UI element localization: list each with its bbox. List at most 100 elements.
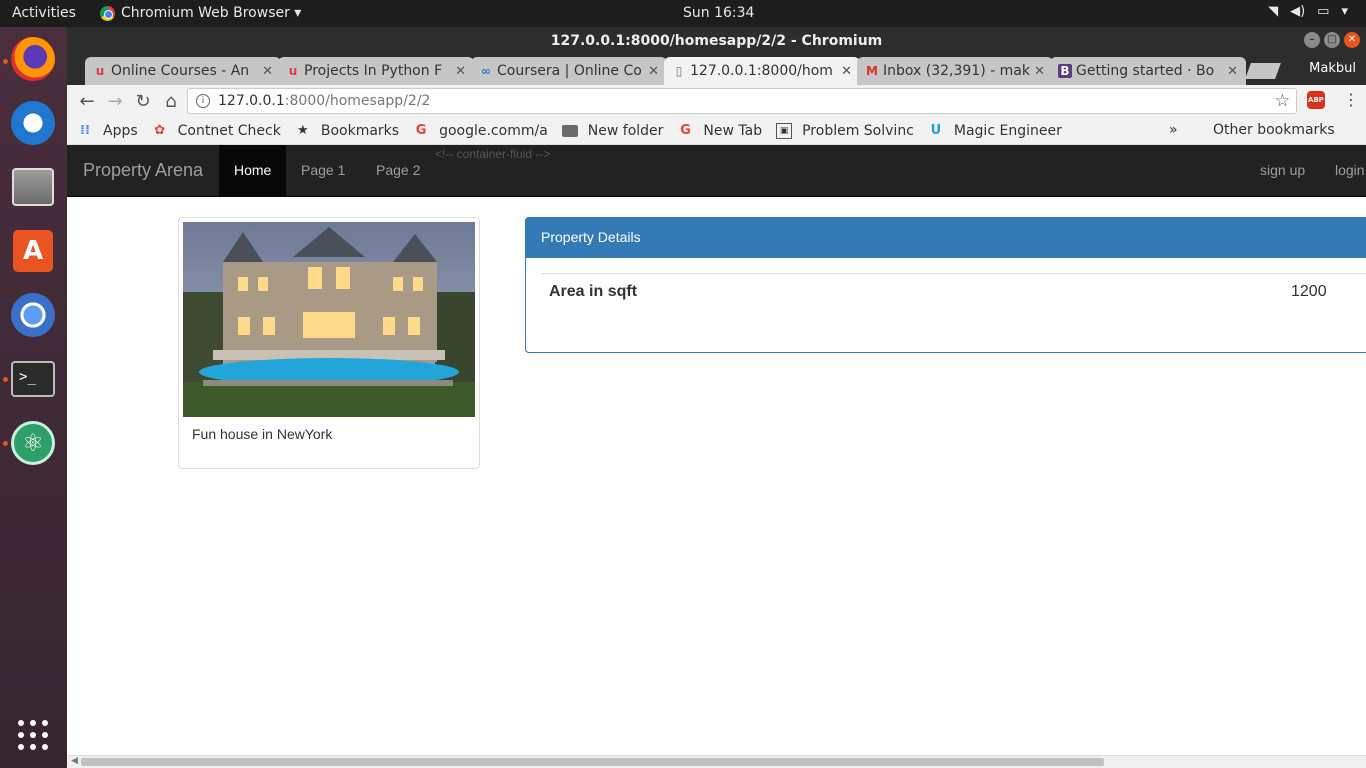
maximize-icon[interactable]: □ (1324, 32, 1340, 48)
bookmark-item[interactable]: U Magic Engineer (928, 123, 1062, 139)
info-icon[interactable]: i (196, 94, 210, 108)
site-brand[interactable]: Property Arena (83, 160, 203, 181)
detail-value: 1200 (1291, 283, 1327, 300)
nav-login[interactable]: login (1320, 145, 1366, 196)
address-bar[interactable]: i 127.0.0.1:8000/homesapp/2/2 ☆ (187, 88, 1297, 114)
software-launcher[interactable]: A (9, 227, 57, 275)
horizontal-scrollbar[interactable]: ◀ (67, 755, 1366, 768)
dock: A >_ ⚛ (0, 27, 67, 768)
back-icon[interactable]: ← (75, 91, 99, 112)
tab-label: Inbox (32,391) - mak (883, 63, 1030, 79)
bookmark-folder[interactable]: New folder (561, 123, 663, 139)
window-titlebar[interactable]: 127.0.0.1:8000/homesapp/2/2 - Chromium –… (67, 27, 1366, 55)
atom-launcher[interactable]: ⚛ (9, 419, 57, 467)
property-details-panel: Property Details Area in sqft 1200 (525, 217, 1366, 353)
other-bookmarks[interactable]: Other bookmarks (1203, 122, 1335, 138)
folder-icon (561, 124, 578, 137)
system-top-bar: Activities Chromium Web Browser ▾ Sun 16… (0, 0, 1366, 27)
reload-icon[interactable]: ↻ (131, 91, 155, 112)
bookmark-label: Bookmarks (320, 122, 400, 139)
adblock-plus-icon[interactable]: ABP (1307, 91, 1325, 109)
terminal-icon: >_ (11, 361, 55, 397)
files-launcher[interactable] (9, 163, 57, 211)
tab[interactable]: ∞ Coursera | Online Co ✕ (471, 57, 667, 85)
pinwheel-icon: ✿ (154, 123, 166, 138)
profile-button[interactable]: Makbul (1309, 61, 1356, 76)
chromium-launcher[interactable] (9, 291, 57, 339)
nav-page-2[interactable]: Page 2 (361, 145, 435, 196)
firefox-icon (11, 37, 55, 81)
chromium-icon (11, 293, 55, 337)
tab-label: Online Courses - An (111, 63, 250, 79)
nav-home[interactable]: Home (219, 145, 287, 196)
tab[interactable]: B Getting started · Bo ✕ (1050, 57, 1246, 85)
battery-icon: ▭ (1317, 4, 1330, 19)
bookmark-item[interactable]: G New Tab (677, 123, 762, 139)
divider (541, 273, 1366, 274)
close-icon[interactable]: ✕ (455, 64, 466, 79)
bookmark-apps[interactable]: ⁞⁞ Apps (77, 123, 138, 139)
close-icon[interactable]: ✕ (1344, 32, 1360, 48)
bookmark-label: Apps (103, 122, 138, 139)
tab[interactable]: u Online Courses - An ✕ (85, 57, 281, 85)
browser-window: 127.0.0.1:8000/homesapp/2/2 - Chromium –… (67, 27, 1366, 768)
u-logo-icon: U (930, 123, 942, 138)
coursera-icon: ∞ (481, 64, 491, 78)
tab-label: Getting started · Bo (1076, 63, 1215, 79)
udemy-icon: u (95, 64, 105, 78)
tab-strip: u Online Courses - An ✕ u Projects In Py… (67, 55, 1366, 85)
url-path: :8000/homesapp/2/2 (284, 93, 431, 109)
bookmark-label: New Tab (703, 122, 763, 139)
close-icon[interactable]: ✕ (262, 64, 273, 79)
problem-icon: ▣ (776, 122, 793, 139)
files-icon (12, 168, 54, 206)
firefox-launcher[interactable] (9, 35, 57, 83)
menu-icon[interactable]: ⋮ (1343, 90, 1359, 109)
site-navbar: Property Arena Home Page 1 Page 2 <!-- c… (67, 145, 1366, 197)
nav-page-1[interactable]: Page 1 (286, 145, 360, 196)
tab-label: Coursera | Online Co (497, 63, 642, 79)
tab-active[interactable]: ▯ 127.0.0.1:8000/hom ✕ (664, 57, 860, 85)
scrollbar-thumb[interactable] (81, 758, 1104, 766)
nav-sign-up[interactable]: sign up (1245, 145, 1320, 196)
bookmark-label: Other bookmarks (1213, 122, 1335, 138)
app-menu-label: Chromium Web Browser ▾ (121, 5, 302, 21)
system-tray[interactable]: ◥ ◀) ▭ ▾ (1268, 4, 1348, 19)
apps-grid-icon (18, 720, 48, 750)
bookmark-star-icon[interactable]: ☆ (1275, 91, 1290, 111)
close-icon[interactable]: ✕ (1034, 64, 1045, 79)
chromium-icon (100, 5, 115, 21)
tab[interactable]: u Projects In Python F ✕ (278, 57, 474, 85)
software-store-icon: A (13, 230, 53, 272)
google-icon: G (415, 123, 427, 138)
bookmark-item[interactable]: ★ Bookmarks (295, 123, 399, 139)
house-image (183, 222, 475, 417)
tab[interactable]: M Inbox (32,391) - mak ✕ (857, 57, 1053, 85)
forward-icon[interactable]: → (103, 91, 127, 112)
bookmark-item[interactable]: ✿ Contnet Check (152, 123, 281, 139)
bookmark-item[interactable]: G google.comm/a (413, 123, 548, 139)
bookmark-label: Magic Engineer (953, 122, 1062, 139)
chevron-down-icon: ▾ (1341, 4, 1348, 19)
minimize-icon[interactable]: – (1304, 32, 1320, 48)
activities-button[interactable]: Activities (12, 5, 76, 21)
home-icon[interactable]: ⌂ (159, 91, 183, 112)
atom-icon: ⚛ (11, 421, 55, 465)
terminal-launcher[interactable]: >_ (9, 355, 57, 403)
running-indicator (3, 441, 8, 446)
bookmark-item[interactable]: ▣ Problem Solvinc (776, 122, 914, 139)
close-icon[interactable]: ✕ (648, 64, 659, 79)
page-viewport: Property Arena Home Page 1 Page 2 <!-- c… (67, 145, 1366, 755)
close-icon[interactable]: ✕ (841, 64, 852, 79)
app-menu[interactable]: Chromium Web Browser ▾ (100, 5, 301, 21)
clock[interactable]: Sun 16:34 (683, 5, 754, 21)
show-applications-button[interactable] (9, 711, 57, 759)
panel-heading: Property Details (526, 218, 1366, 258)
new-tab-button[interactable] (1245, 63, 1281, 79)
scroll-left-icon[interactable]: ◀ (71, 756, 78, 766)
property-card: Fun house in NewYork (178, 217, 480, 469)
close-icon[interactable]: ✕ (1227, 64, 1238, 79)
thunderbird-icon (11, 101, 55, 145)
thunderbird-launcher[interactable] (9, 99, 57, 147)
bookmarks-overflow-button[interactable]: » (1169, 122, 1178, 138)
